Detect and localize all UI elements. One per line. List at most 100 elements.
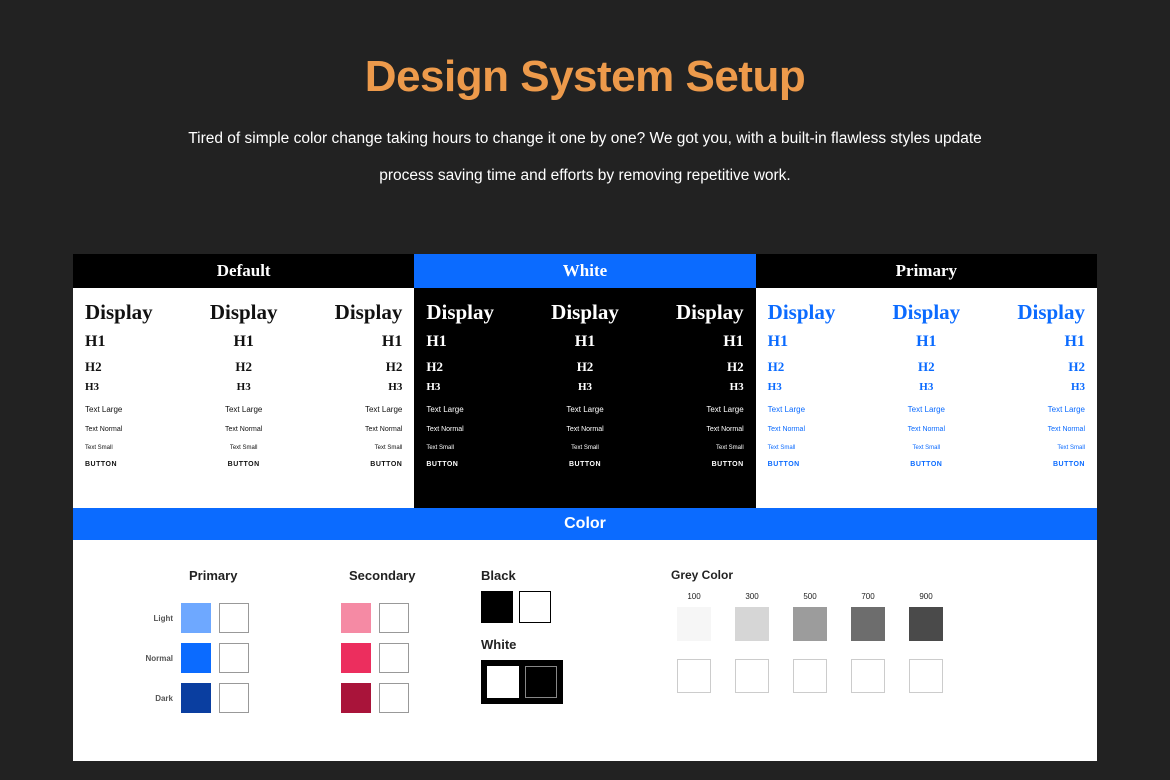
type-sample: H2 (85, 359, 102, 375)
type-column: DisplayH1H2H3Text LargeText NormalText S… (869, 288, 983, 508)
type-sample: Display (335, 302, 403, 323)
secondary-light-row (291, 601, 471, 635)
type-sample: Text Normal (225, 426, 262, 433)
typography-white: DisplayH1H2H3Text LargeText NormalText S… (414, 288, 755, 508)
grey-swatch-outline (735, 659, 769, 693)
type-sample: Text Normal (768, 426, 805, 433)
grey-scale-row-outline (677, 659, 1097, 693)
grey-swatch (677, 607, 711, 641)
white-outline (525, 666, 557, 698)
type-sample: Text Normal (365, 426, 402, 433)
type-sample: Text Normal (908, 426, 945, 433)
type-sample: H2 (918, 359, 935, 375)
type-sample: H2 (577, 359, 594, 375)
color-section-header: Color (73, 508, 1097, 540)
type-sample: Text Normal (566, 426, 603, 433)
type-sample: H2 (235, 359, 252, 375)
type-sample: Text Small (571, 445, 599, 451)
primary-normal-swatch (181, 643, 211, 673)
type-column: DisplayH1H2H3Text LargeText NormalText S… (301, 288, 415, 508)
type-sample: H1 (233, 333, 253, 351)
type-sample: Text Small (768, 445, 796, 451)
type-sample: Display (676, 302, 744, 323)
type-sample: H2 (386, 359, 403, 375)
type-sample: Display (768, 302, 836, 323)
type-sample: Text Small (1057, 445, 1085, 451)
secondary-light-outline (379, 603, 409, 633)
type-sample: H3 (426, 381, 440, 393)
row-label-light: Light (131, 614, 181, 623)
type-column: DisplayH1H2H3Text LargeText NormalText S… (73, 288, 187, 508)
type-sample: H1 (1065, 333, 1085, 351)
grey-label-value: 100 (677, 592, 711, 601)
type-sample: Text Small (85, 445, 113, 451)
primary-light-swatch (181, 603, 211, 633)
secondary-dark-outline (379, 683, 409, 713)
secondary-label: Secondary (349, 568, 471, 583)
primary-light-outline (219, 603, 249, 633)
grey-scale-row-filled (677, 607, 1097, 641)
type-column: DisplayH1H2H3Text LargeText NormalText S… (414, 288, 528, 508)
type-sample: Display (210, 302, 278, 323)
type-sample: H3 (237, 381, 251, 393)
type-column: DisplayH1H2H3Text LargeText NormalText S… (528, 288, 642, 508)
grey-swatch (909, 607, 943, 641)
type-sample: H1 (723, 333, 743, 351)
header-primary: Primary (756, 254, 1097, 288)
black-swatches (481, 591, 551, 623)
grey-label-value: 900 (909, 592, 943, 601)
row-label-normal: Normal (131, 654, 181, 663)
page-title: Design System Setup (0, 0, 1170, 102)
type-sample: Text Small (912, 445, 940, 451)
design-system-panel: Default White Primary DisplayH1H2H3Text … (73, 254, 1097, 761)
black-label: Black (481, 568, 661, 583)
type-sample: Text Large (365, 405, 402, 414)
secondary-normal-row (291, 641, 471, 675)
type-sample: H3 (1071, 381, 1085, 393)
type-sample: H3 (768, 381, 782, 393)
type-sample: H1 (768, 333, 788, 351)
grey-swatch (851, 607, 885, 641)
secondary-color-column: Secondary (291, 568, 471, 721)
type-sample: Display (1017, 302, 1085, 323)
type-sample: Text Small (230, 445, 258, 451)
type-sample: H3 (919, 381, 933, 393)
type-sample: Text Large (1048, 405, 1085, 414)
type-sample: Text Large (768, 405, 805, 414)
type-sample: Text Small (375, 445, 403, 451)
black-outline (519, 591, 551, 623)
type-sample: Text Normal (1048, 426, 1085, 433)
type-sample: Display (892, 302, 960, 323)
secondary-dark-swatch (341, 683, 371, 713)
primary-dark-row: Dark (131, 681, 311, 715)
type-sample: H2 (426, 359, 443, 375)
secondary-dark-row (291, 681, 471, 715)
type-sample: BUTTON (228, 461, 260, 468)
row-label-dark: Dark (131, 694, 181, 703)
primary-normal-outline (219, 643, 249, 673)
grey-label: Grey Color (671, 568, 1097, 582)
type-sample: H1 (426, 333, 446, 351)
header-white: White (414, 254, 755, 288)
type-sample: H2 (1068, 359, 1085, 375)
type-sample: Text Large (85, 405, 122, 414)
grey-label-value: 500 (793, 592, 827, 601)
type-sample: Display (85, 302, 153, 323)
white-label: White (481, 637, 661, 652)
primary-color-column: Primary Light Normal Dark (131, 568, 311, 721)
grey-swatch-outline (793, 659, 827, 693)
type-sample: H1 (575, 333, 595, 351)
grey-swatch-outline (851, 659, 885, 693)
primary-dark-swatch (181, 683, 211, 713)
primary-normal-row: Normal (131, 641, 311, 675)
type-sample: H3 (85, 381, 99, 393)
secondary-light-swatch (341, 603, 371, 633)
type-sample: BUTTON (910, 461, 942, 468)
type-sample: Display (426, 302, 494, 323)
type-sample: H2 (727, 359, 744, 375)
black-white-column: Black White (481, 568, 661, 721)
type-sample: BUTTON (1053, 461, 1085, 468)
type-sample: H1 (916, 333, 936, 351)
grey-color-column: Grey Color 100300500700900 (671, 568, 1097, 721)
white-filled (487, 666, 519, 698)
